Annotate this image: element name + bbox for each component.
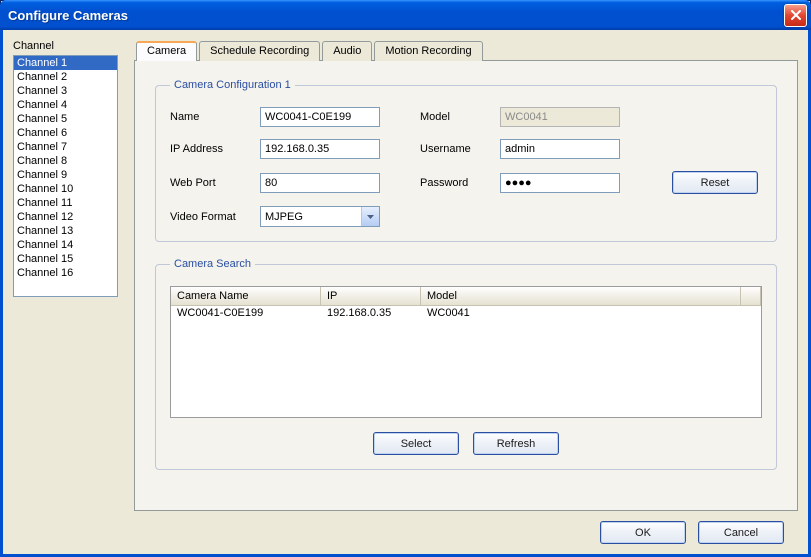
camera-search-listview[interactable]: Camera Name IP Model WC0041-C0E199192.16…: [170, 286, 762, 418]
col-ip[interactable]: IP: [321, 287, 421, 305]
channel-panel: Channel Channel 1Channel 2Channel 3Chann…: [13, 40, 118, 511]
select-button[interactable]: Select: [373, 432, 459, 455]
name-input[interactable]: [260, 107, 380, 127]
tab-schedule-recording[interactable]: Schedule Recording: [199, 41, 320, 61]
listview-row[interactable]: WC0041-C0E199192.168.0.35WC0041: [171, 306, 761, 320]
tab-camera[interactable]: Camera: [136, 41, 197, 61]
ip-input[interactable]: [260, 139, 380, 159]
channel-list-item[interactable]: Channel 16: [14, 266, 117, 280]
channel-list-item[interactable]: Channel 7: [14, 140, 117, 154]
username-input[interactable]: [500, 139, 620, 159]
videoformat-dropdown-button[interactable]: [361, 207, 379, 226]
col-model[interactable]: Model: [421, 287, 741, 305]
channel-list-item[interactable]: Channel 10: [14, 182, 117, 196]
webport-input[interactable]: [260, 173, 380, 193]
channel-list-item[interactable]: Channel 8: [14, 154, 117, 168]
channel-list-item[interactable]: Channel 14: [14, 238, 117, 252]
titlebar: Configure Cameras: [0, 0, 811, 30]
channel-list-item[interactable]: Channel 2: [14, 70, 117, 84]
refresh-button[interactable]: Refresh: [473, 432, 559, 455]
window-title: Configure Cameras: [8, 8, 784, 23]
channel-list-item[interactable]: Channel 6: [14, 126, 117, 140]
channel-list-item[interactable]: Channel 13: [14, 224, 117, 238]
channel-list-item[interactable]: Channel 12: [14, 210, 117, 224]
label-username: Username: [420, 143, 500, 155]
camera-config-group: Camera Configuration 1 Name Model IP Add…: [155, 79, 777, 242]
label-password: Password: [420, 177, 500, 189]
window: Configure Cameras Channel Channel 1Chann…: [0, 0, 811, 557]
channel-list-item[interactable]: Channel 11: [14, 196, 117, 210]
col-camera-name[interactable]: Camera Name: [171, 287, 321, 305]
camera-search-group: Camera Search Camera Name IP Model WC004…: [155, 258, 777, 470]
label-ip: IP Address: [170, 143, 260, 155]
tabpage-camera: Camera Configuration 1 Name Model IP Add…: [134, 60, 798, 511]
label-videoformat: Video Format: [170, 211, 260, 223]
label-webport: Web Port: [170, 177, 260, 189]
reset-button[interactable]: Reset: [672, 171, 758, 194]
tabstrip: CameraSchedule RecordingAudioMotion Reco…: [134, 41, 798, 61]
channel-list-item[interactable]: Channel 4: [14, 98, 117, 112]
close-button[interactable]: [784, 4, 807, 27]
channel-list-item[interactable]: Channel 15: [14, 252, 117, 266]
channel-list-item[interactable]: Channel 3: [14, 84, 117, 98]
listview-cell: 192.168.0.35: [321, 306, 421, 320]
tab-panel: CameraSchedule RecordingAudioMotion Reco…: [134, 40, 798, 511]
videoformat-value: MJPEG: [261, 211, 361, 223]
tab-audio[interactable]: Audio: [322, 41, 372, 61]
model-input: [500, 107, 620, 127]
camera-config-legend: Camera Configuration 1: [170, 79, 295, 91]
listview-cell: WC0041: [421, 306, 741, 320]
chevron-down-icon: [367, 215, 374, 219]
dialog-footer: OK Cancel: [13, 511, 798, 544]
close-icon: [791, 10, 801, 20]
channel-list-item[interactable]: Channel 5: [14, 112, 117, 126]
listview-header: Camera Name IP Model: [171, 287, 761, 306]
label-model: Model: [420, 111, 500, 123]
listview-cell: WC0041-C0E199: [171, 306, 321, 320]
videoformat-combobox[interactable]: MJPEG: [260, 206, 380, 227]
label-name: Name: [170, 111, 260, 123]
password-input[interactable]: [500, 173, 620, 193]
tab-motion-recording[interactable]: Motion Recording: [374, 41, 482, 61]
channel-list-item[interactable]: Channel 9: [14, 168, 117, 182]
channel-label: Channel: [13, 40, 118, 52]
channel-listbox[interactable]: Channel 1Channel 2Channel 3Channel 4Chan…: [13, 55, 118, 297]
channel-list-item[interactable]: Channel 1: [14, 56, 117, 70]
cancel-button[interactable]: Cancel: [698, 521, 784, 544]
ok-button[interactable]: OK: [600, 521, 686, 544]
camera-search-legend: Camera Search: [170, 258, 255, 270]
client-area: Channel Channel 1Channel 2Channel 3Chann…: [0, 30, 811, 557]
